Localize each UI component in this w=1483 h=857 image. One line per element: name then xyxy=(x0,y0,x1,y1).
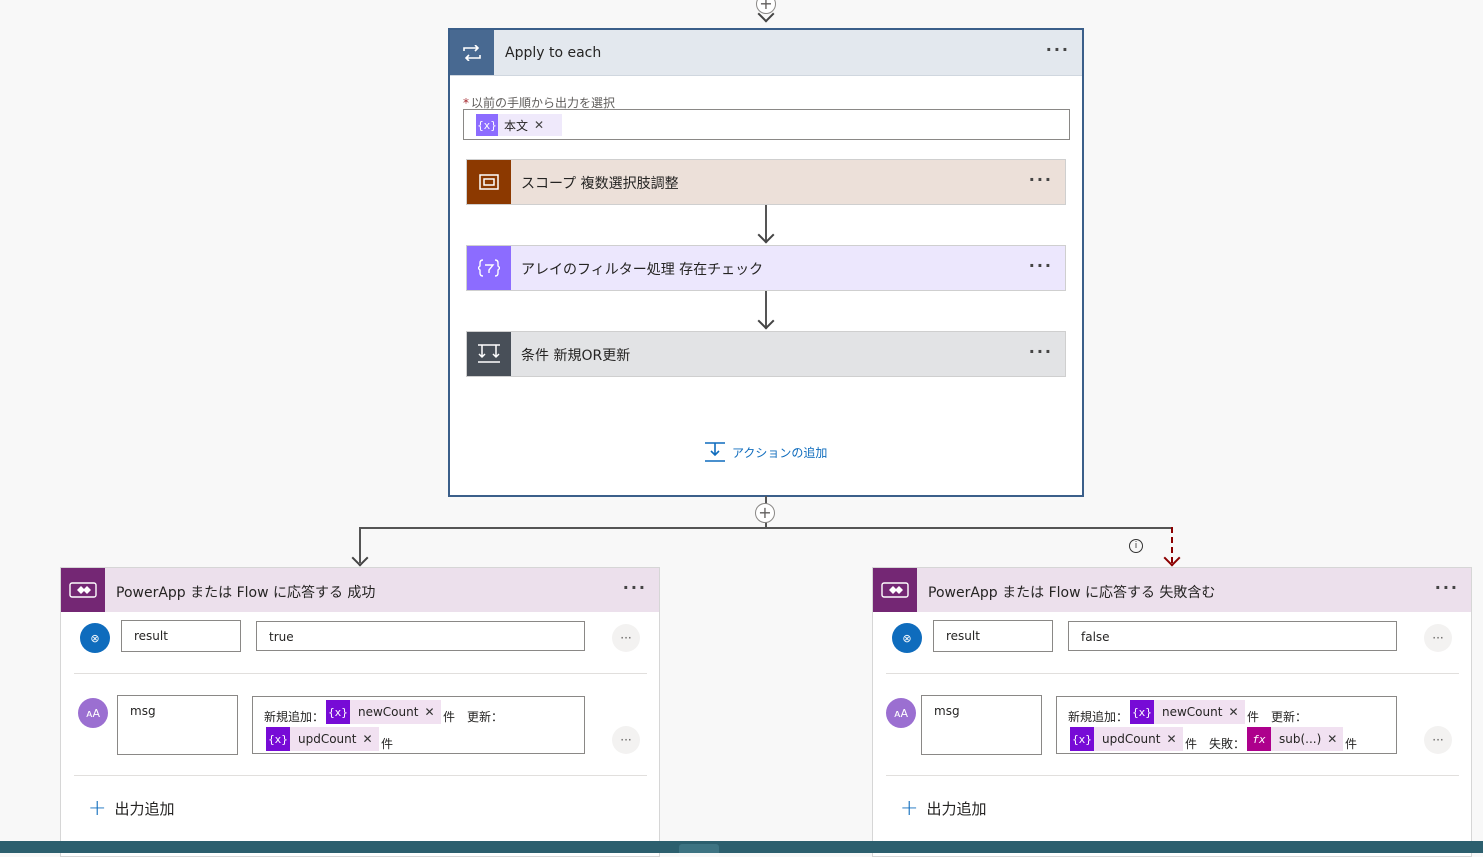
variable-icon: {x} xyxy=(476,114,498,136)
more-icon[interactable]: ··· xyxy=(1046,40,1070,59)
more-icon[interactable]: ··· xyxy=(1424,726,1452,754)
more-icon[interactable]: ··· xyxy=(1029,256,1053,275)
add-action-button[interactable]: アクションの追加 xyxy=(704,442,827,462)
add-output-button[interactable]: + 出力追加 xyxy=(88,796,174,821)
result-value-field[interactable]: false xyxy=(1068,621,1397,651)
loop-icon xyxy=(450,30,494,75)
apply-to-each-header[interactable]: Apply to each ··· xyxy=(450,30,1082,76)
close-icon[interactable]: ✕ xyxy=(424,705,440,719)
bottom-tab[interactable] xyxy=(679,844,719,853)
add-output-label: 出力追加 xyxy=(926,800,987,818)
divider xyxy=(886,673,1459,674)
msg-key-field[interactable]: msg xyxy=(117,695,238,755)
response-failure-card: PowerApp または Flow に応答する 失敗含む ··· ⊗ resul… xyxy=(872,567,1472,857)
more-icon[interactable]: ··· xyxy=(1435,578,1459,597)
insert-step-button[interactable]: + xyxy=(755,503,775,523)
sub-expression-token[interactable]: fx sub(...) ✕ xyxy=(1247,727,1344,751)
add-output-button[interactable]: + 出力追加 xyxy=(900,796,986,821)
token-label: newCount xyxy=(358,705,419,719)
divider xyxy=(74,775,647,776)
msg-text: 件 xyxy=(381,737,394,751)
info-icon[interactable]: i xyxy=(1129,539,1143,553)
response-failure-title: PowerApp または Flow に応答する 失敗含む xyxy=(928,585,1216,601)
result-value-field[interactable]: true xyxy=(256,621,585,651)
more-icon[interactable]: ··· xyxy=(612,624,640,652)
scope-action-title: スコープ 複数選択肢調整 xyxy=(521,176,679,192)
variable-icon: {x} xyxy=(1130,700,1154,724)
add-action-label: アクションの追加 xyxy=(732,445,828,460)
condition-action[interactable]: 条件 新規OR更新 ··· xyxy=(466,331,1066,377)
expression-icon: fx xyxy=(1247,727,1271,751)
token-label: sub(...) xyxy=(1279,732,1322,746)
result-key-field[interactable]: result xyxy=(933,620,1053,652)
more-icon[interactable]: ··· xyxy=(623,578,647,597)
bottom-bar xyxy=(0,841,1483,853)
filter-array-icon xyxy=(467,246,511,290)
close-icon[interactable]: ✕ xyxy=(1327,732,1343,746)
msg-text: 件 xyxy=(1345,737,1358,751)
close-icon[interactable]: ✕ xyxy=(534,118,550,132)
token-label: updCount xyxy=(298,732,357,746)
updcount-token[interactable]: {x} updCount ✕ xyxy=(1070,727,1183,751)
boolean-icon: ⊗ xyxy=(80,623,110,653)
more-icon[interactable]: ··· xyxy=(612,726,640,754)
updcount-token[interactable]: {x} updCount ✕ xyxy=(266,727,379,751)
boolean-icon: ⊗ xyxy=(892,623,922,653)
response-success-header[interactable]: PowerApp または Flow に応答する 成功 ··· xyxy=(61,568,659,612)
response-success-card: PowerApp または Flow に応答する 成功 ··· ⊗ result … xyxy=(60,567,660,857)
msg-value-field[interactable]: 新規追加： {x} newCount ✕ 件 更新： {x} updCount … xyxy=(252,696,585,754)
powerapps-icon xyxy=(61,568,105,612)
newcount-token[interactable]: {x} newCount ✕ xyxy=(1130,700,1245,724)
apply-to-each-title: Apply to each xyxy=(505,45,602,61)
divider xyxy=(74,673,647,674)
response-success-title: PowerApp または Flow に応答する 成功 xyxy=(116,585,376,601)
condition-icon xyxy=(467,332,511,376)
powerapps-icon xyxy=(873,568,917,612)
msg-text: 件 更新： xyxy=(443,710,504,724)
token-label: newCount xyxy=(1162,705,1223,719)
token-label: updCount xyxy=(1102,732,1161,746)
scope-icon xyxy=(467,160,511,204)
condition-action-title: 条件 新規OR更新 xyxy=(521,348,631,364)
scope-action[interactable]: スコープ 複数選択肢調整 ··· xyxy=(466,159,1066,205)
msg-key-field[interactable]: msg xyxy=(921,695,1042,755)
result-key-field[interactable]: result xyxy=(121,620,241,652)
plus-icon: + xyxy=(900,796,919,821)
msg-text: 件 失敗： xyxy=(1185,737,1246,751)
add-output-label: 出力追加 xyxy=(114,800,175,818)
variable-icon: {x} xyxy=(326,700,350,724)
msg-value-field[interactable]: 新規追加： {x} newCount ✕ 件 更新： {x} updCount … xyxy=(1056,696,1397,754)
more-icon[interactable]: ··· xyxy=(1029,342,1053,361)
plus-icon: + xyxy=(88,796,107,821)
close-icon[interactable]: ✕ xyxy=(362,732,378,746)
more-icon[interactable]: ··· xyxy=(1029,170,1053,189)
response-failure-header[interactable]: PowerApp または Flow に応答する 失敗含む ··· xyxy=(873,568,1471,612)
divider xyxy=(886,775,1459,776)
flow-arrow-failure xyxy=(1163,549,1181,567)
close-icon[interactable]: ✕ xyxy=(1166,732,1182,746)
flow-arrow xyxy=(351,549,369,567)
msg-text: 件 更新： xyxy=(1247,710,1308,724)
select-output-input[interactable]: {x} 本文 ✕ xyxy=(463,109,1070,140)
text-icon: ᴀA xyxy=(78,698,108,728)
add-action-icon xyxy=(705,442,725,462)
body-token-label: 本文 xyxy=(504,118,529,133)
filter-array-action[interactable]: アレイのフィルター処理 存在チェック ··· xyxy=(466,245,1066,291)
filter-array-action-title: アレイのフィルター処理 存在チェック xyxy=(521,262,764,278)
more-icon[interactable]: ··· xyxy=(1424,624,1452,652)
msg-text: 新規追加： xyxy=(264,710,325,724)
text-icon: ᴀA xyxy=(886,698,916,728)
branch-line xyxy=(359,527,1173,529)
variable-icon: {x} xyxy=(1070,727,1094,751)
msg-text: 新規追加： xyxy=(1068,710,1129,724)
body-token[interactable]: {x} 本文 ✕ xyxy=(476,114,562,136)
variable-icon: {x} xyxy=(266,727,290,751)
newcount-token[interactable]: {x} newCount ✕ xyxy=(326,700,441,724)
close-icon[interactable]: ✕ xyxy=(1228,705,1244,719)
